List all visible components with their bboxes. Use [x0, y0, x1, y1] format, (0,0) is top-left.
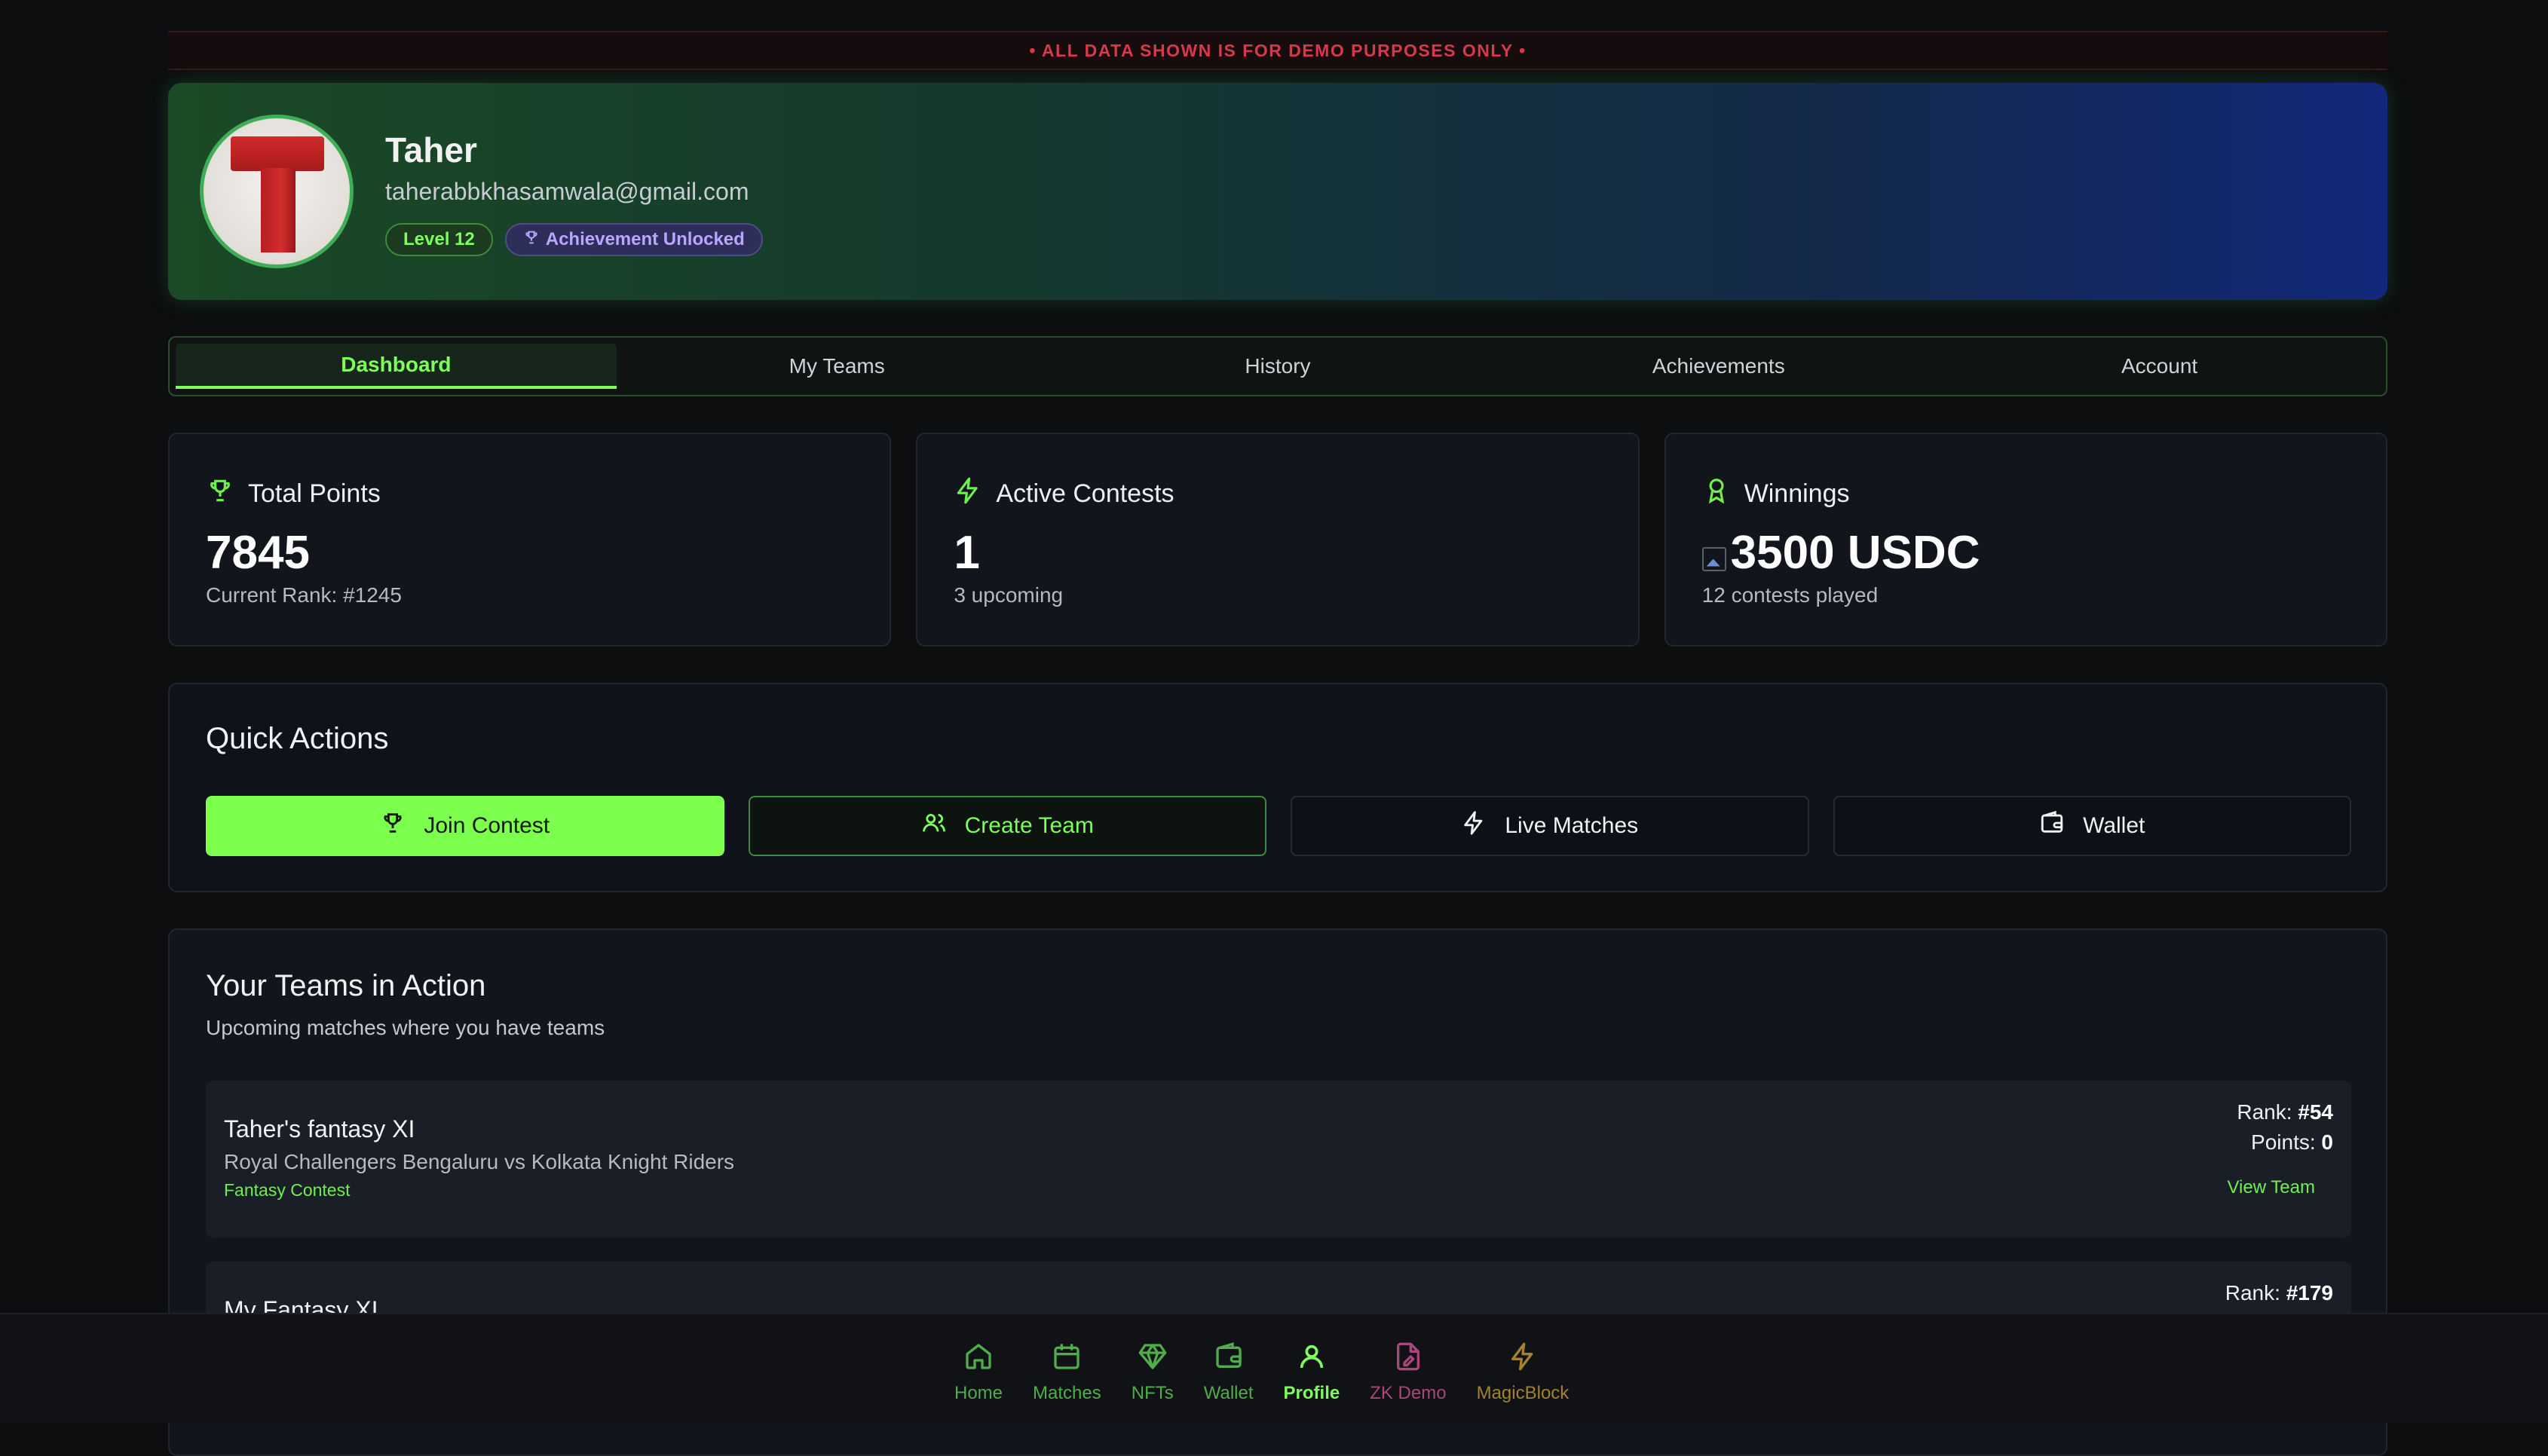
level-badge: Level 12	[385, 223, 493, 256]
view-team-link[interactable]: View Team	[2227, 1177, 2315, 1198]
trophy-icon	[523, 229, 540, 251]
create-team-label: Create Team	[964, 813, 1094, 838]
nav-matches[interactable]: Matches	[1018, 1341, 1116, 1404]
demo-banner-text: • ALL DATA SHOWN IS FOR DEMO PURPOSES ON…	[1029, 40, 1527, 60]
usdc-logo-image	[1701, 546, 1726, 571]
file-signature-icon	[1393, 1341, 1423, 1377]
nav-label: Profile	[1283, 1383, 1340, 1403]
create-team-button[interactable]: Create Team	[748, 796, 1266, 856]
profile-header: Taher taherabbkhasamwala@gmail.com Level…	[168, 83, 2387, 300]
tab-achievements[interactable]: Achievements	[1498, 344, 1939, 389]
stat-subtext: Current Rank: #1245	[206, 583, 402, 607]
profile-tabs: Dashboard My Teams History Achievements …	[168, 336, 2387, 396]
nav-label: Wallet	[1203, 1383, 1254, 1403]
stat-subtext: 12 contests played	[1701, 583, 1879, 607]
teams-section-subtitle: Upcoming matches where you have teams	[206, 1016, 605, 1039]
lightning-icon	[1461, 810, 1487, 842]
nav-zk-demo[interactable]: ZK Demo	[1355, 1341, 1461, 1404]
nav-label: MagicBlock	[1476, 1383, 1570, 1403]
team-match: Royal Challengers Bengaluru vs Kolkata K…	[224, 1150, 735, 1173]
stat-value: 3500 USDC	[1730, 527, 1980, 579]
nav-magicblock[interactable]: MagicBlock	[1462, 1341, 1585, 1404]
users-icon	[921, 810, 947, 842]
level-badge-label: Level 12	[403, 229, 475, 249]
tab-history[interactable]: History	[1058, 344, 1499, 389]
nav-nfts[interactable]: NFTs	[1116, 1341, 1189, 1404]
join-contest-label: Join Contest	[424, 813, 550, 838]
wallet-icon	[1214, 1341, 1244, 1377]
bottom-nav: Home Matches NFTs Wallet Profile ZK Demo…	[0, 1313, 2548, 1423]
quick-actions-panel: Quick Actions Join Contest Create Team L…	[168, 683, 2387, 892]
live-matches-button[interactable]: Live Matches	[1291, 796, 1809, 856]
achievement-badge: Achievement Unlocked	[504, 223, 763, 256]
team-row[interactable]: Taher's fantasy XI Royal Challengers Ben…	[206, 1081, 2351, 1237]
wallet-button[interactable]: Wallet	[1833, 796, 2351, 856]
stat-value: 1	[954, 527, 980, 579]
team-rank: Rank: #54	[2237, 1100, 2333, 1124]
stat-value: 7845	[206, 527, 310, 579]
nav-label: Matches	[1033, 1383, 1101, 1403]
team-points: Points: 0	[2251, 1130, 2333, 1154]
stat-card-active-contests: Active Contests 1 3 upcoming	[916, 433, 1640, 647]
live-matches-label: Live Matches	[1505, 813, 1639, 838]
stat-title: Winnings	[1744, 479, 1850, 508]
user-icon	[1297, 1341, 1327, 1377]
lightning-icon	[1508, 1341, 1538, 1377]
award-icon	[1702, 476, 1731, 512]
stat-title: Active Contests	[996, 479, 1174, 508]
stat-card-total-points: Total Points 7845 Current Rank: #1245	[168, 433, 892, 647]
profile-name: Taher	[385, 130, 477, 170]
stat-card-winnings: Winnings 3500 USDC 12 contests played	[1664, 433, 2387, 647]
team-name: Taher's fantasy XI	[224, 1115, 415, 1142]
nav-profile[interactable]: Profile	[1269, 1341, 1355, 1404]
teams-section-title: Your Teams in Action	[206, 969, 486, 1002]
diamond-icon	[1138, 1341, 1168, 1377]
nav-label: ZK Demo	[1370, 1383, 1447, 1403]
demo-banner: • ALL DATA SHOWN IS FOR DEMO PURPOSES ON…	[168, 31, 2387, 70]
wallet-label: Wallet	[2083, 813, 2145, 838]
stats-row: Total Points 7845 Current Rank: #1245 Ac…	[168, 433, 2387, 647]
avatar[interactable]	[200, 115, 354, 268]
join-contest-button[interactable]: Join Contest	[206, 796, 724, 856]
trophy-icon	[206, 476, 234, 512]
nav-label: NFTs	[1131, 1383, 1174, 1403]
trophy-icon	[380, 810, 406, 842]
profile-email: taherabbkhasamwala@gmail.com	[385, 178, 749, 205]
profile-badges: Level 12 Achievement Unlocked	[385, 223, 763, 256]
tab-account[interactable]: Account	[1939, 344, 2380, 389]
team-contest-type: Fantasy Contest	[224, 1180, 351, 1200]
quick-actions-title: Quick Actions	[206, 722, 389, 755]
team-rank: Rank: #179	[2225, 1281, 2333, 1305]
achievement-badge-label: Achievement Unlocked	[545, 229, 745, 249]
nav-wallet[interactable]: Wallet	[1189, 1341, 1269, 1404]
tab-dashboard[interactable]: Dashboard	[176, 344, 617, 389]
stat-subtext: 3 upcoming	[954, 583, 1064, 607]
quick-actions-row: Join Contest Create Team Live Matches Wa…	[206, 796, 2351, 856]
stat-title: Total Points	[248, 479, 381, 508]
wallet-icon	[2039, 810, 2065, 842]
home-icon	[963, 1341, 994, 1377]
calendar-icon	[1052, 1341, 1082, 1377]
stat-value-winnings: 3500 USDC	[1701, 526, 1980, 580]
nav-label: Home	[954, 1383, 1003, 1403]
tab-my-teams[interactable]: My Teams	[617, 344, 1058, 389]
lightning-icon	[954, 476, 982, 512]
nav-home[interactable]: Home	[939, 1341, 1018, 1404]
